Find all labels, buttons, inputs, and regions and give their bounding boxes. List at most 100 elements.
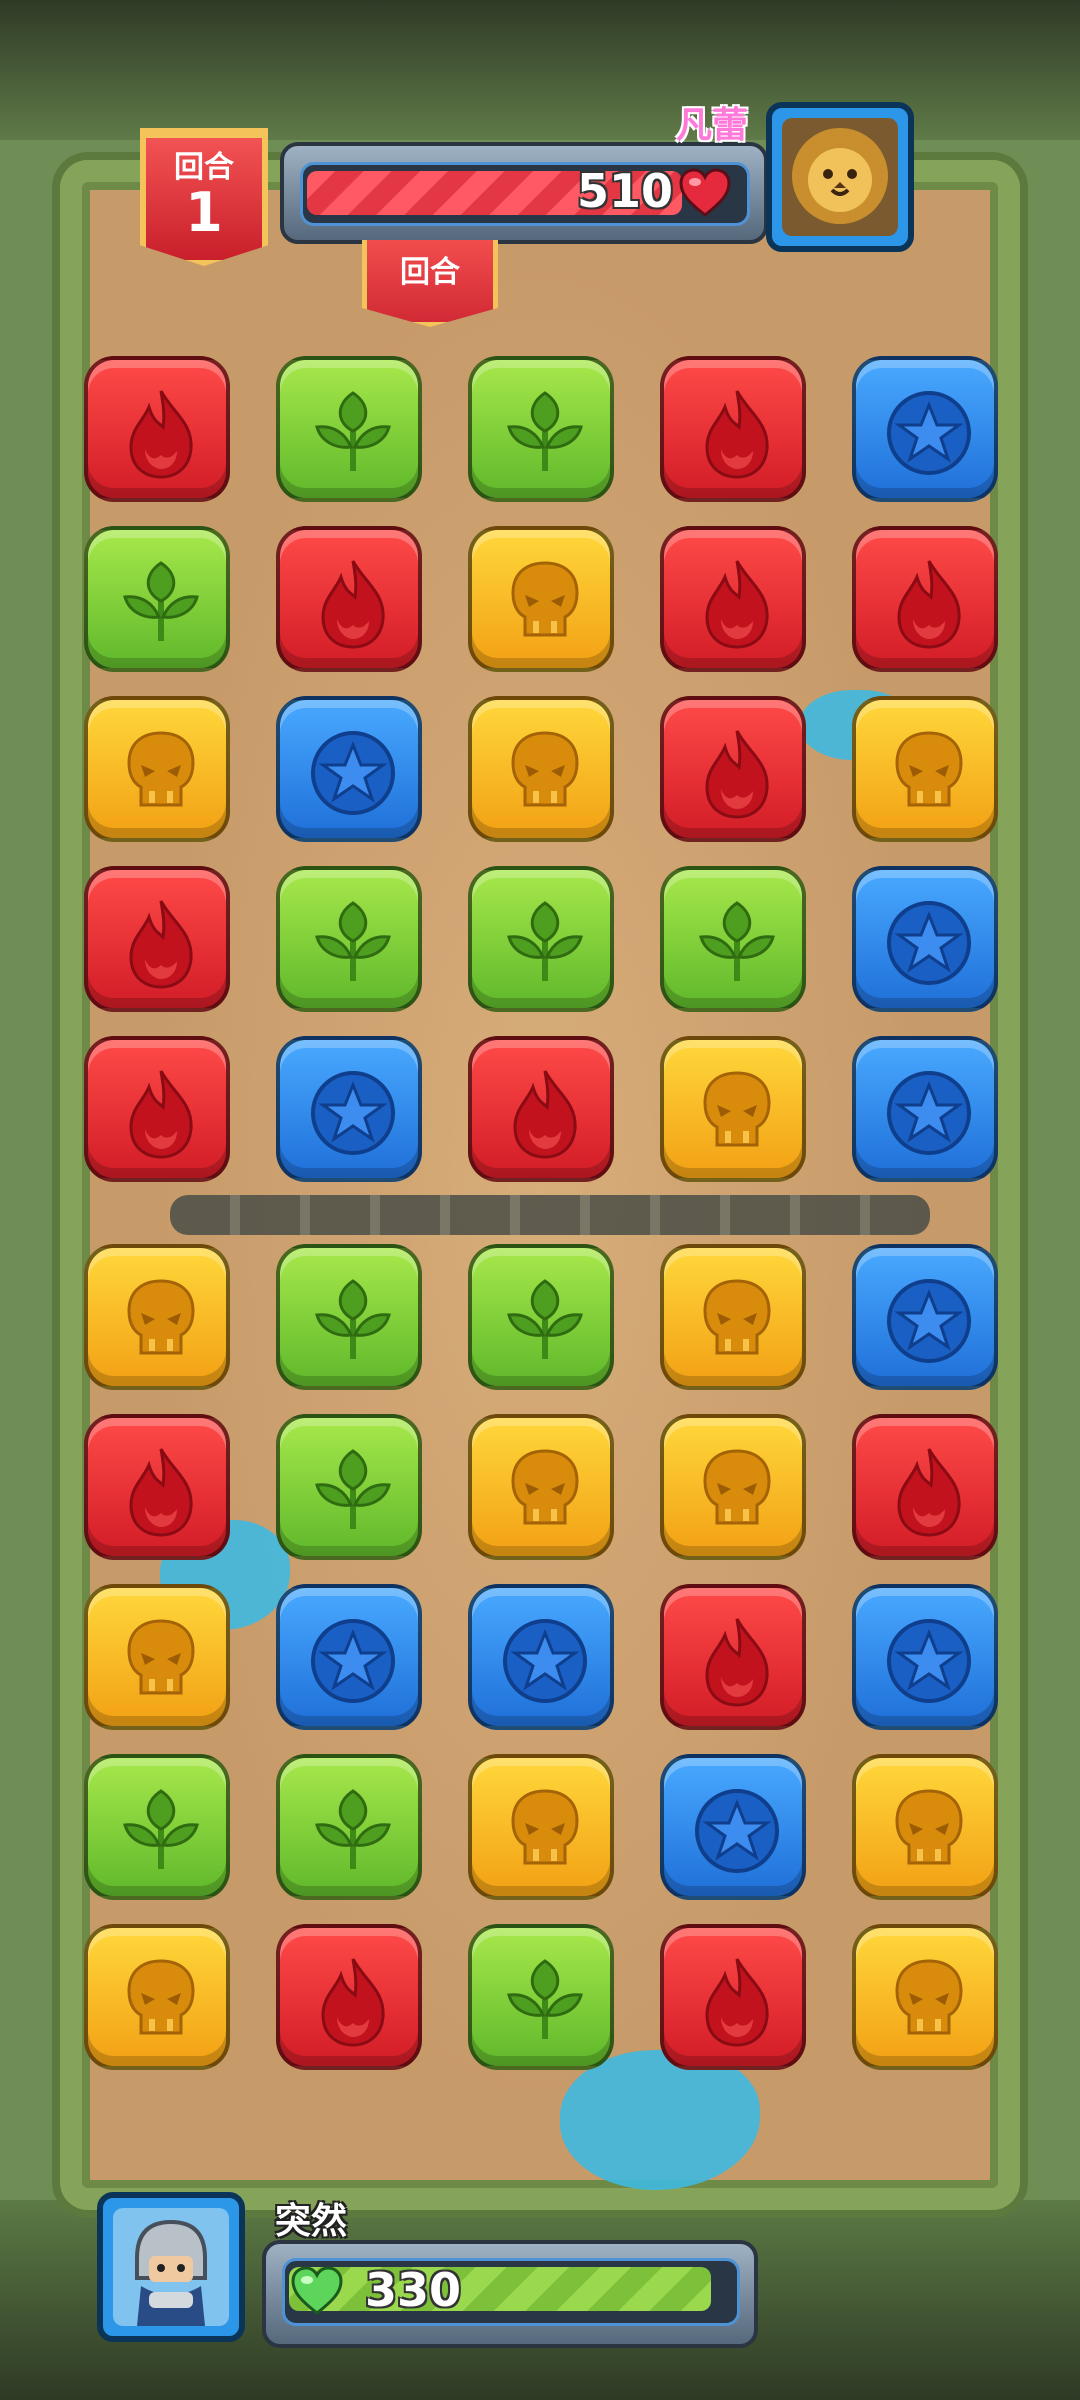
fire-tile[interactable] bbox=[660, 1924, 806, 2070]
skull-tile[interactable] bbox=[84, 1584, 230, 1730]
leaf-icon bbox=[507, 1279, 583, 1359]
fire-icon bbox=[705, 560, 769, 649]
star-tile[interactable] bbox=[276, 696, 422, 842]
star-icon bbox=[887, 391, 971, 475]
fire-tile[interactable] bbox=[852, 526, 998, 672]
fire-icon bbox=[705, 1618, 769, 1707]
lion-icon bbox=[792, 128, 888, 224]
fire-tile[interactable] bbox=[660, 1584, 806, 1730]
star-tile[interactable] bbox=[852, 1244, 998, 1390]
round-badge: 回合 1 bbox=[140, 128, 268, 266]
fire-icon bbox=[129, 1070, 193, 1159]
leaf-icon bbox=[123, 1789, 199, 1869]
player-hp-value: 330 bbox=[365, 2263, 462, 2317]
star-icon bbox=[887, 1071, 971, 1155]
leaf-tile[interactable] bbox=[84, 1754, 230, 1900]
leaf-tile[interactable] bbox=[276, 1754, 422, 1900]
fire-icon bbox=[129, 1448, 193, 1537]
leaf-icon bbox=[315, 1449, 391, 1529]
skull-tile[interactable] bbox=[660, 1244, 806, 1390]
knight-icon bbox=[135, 2219, 207, 2326]
player-hp-fill bbox=[289, 2267, 711, 2311]
star-icon bbox=[887, 1619, 971, 1703]
fire-icon bbox=[321, 1958, 385, 2047]
enemy-hp-track: 510 bbox=[300, 162, 750, 226]
leaf-tile[interactable] bbox=[276, 1244, 422, 1390]
leaf-icon bbox=[315, 1279, 391, 1359]
leaf-tile[interactable] bbox=[468, 1924, 614, 2070]
fire-tile[interactable] bbox=[852, 1414, 998, 1560]
fire-tile[interactable] bbox=[84, 1414, 230, 1560]
fire-tile[interactable] bbox=[84, 866, 230, 1012]
leaf-icon bbox=[315, 1789, 391, 1869]
player-hp-track: 330 bbox=[282, 2258, 740, 2326]
star-icon bbox=[695, 1789, 779, 1873]
star-tile[interactable] bbox=[468, 1584, 614, 1730]
leaf-icon bbox=[123, 561, 199, 641]
skull-icon bbox=[127, 731, 195, 807]
star-tile[interactable] bbox=[852, 1036, 998, 1182]
fire-tile[interactable] bbox=[660, 526, 806, 672]
fire-icon bbox=[321, 560, 385, 649]
star-tile[interactable] bbox=[276, 1584, 422, 1730]
skull-tile[interactable] bbox=[852, 1924, 998, 2070]
leaf-icon bbox=[315, 391, 391, 471]
star-tile[interactable] bbox=[852, 866, 998, 1012]
skull-tile[interactable] bbox=[660, 1414, 806, 1560]
skull-tile[interactable] bbox=[468, 1754, 614, 1900]
star-icon bbox=[311, 1071, 395, 1155]
skull-icon bbox=[895, 1959, 963, 2035]
leaf-tile[interactable] bbox=[468, 866, 614, 1012]
leaf-tile[interactable] bbox=[276, 866, 422, 1012]
fire-icon bbox=[897, 1448, 961, 1537]
leaf-icon bbox=[699, 901, 775, 981]
skull-icon bbox=[703, 1449, 771, 1525]
skull-tile[interactable] bbox=[84, 1244, 230, 1390]
skull-tile[interactable] bbox=[852, 696, 998, 842]
skull-tile[interactable] bbox=[468, 696, 614, 842]
fire-tile[interactable] bbox=[660, 696, 806, 842]
enemy-hp-bar: 510 bbox=[280, 142, 768, 244]
pond-bottom bbox=[560, 2050, 760, 2190]
star-tile[interactable] bbox=[660, 1754, 806, 1900]
leaf-icon bbox=[315, 901, 391, 981]
fire-tile[interactable] bbox=[84, 1036, 230, 1182]
skull-tile[interactable] bbox=[468, 1414, 614, 1560]
skull-tile[interactable] bbox=[852, 1754, 998, 1900]
skull-icon bbox=[511, 1449, 579, 1525]
player-portrait-inner bbox=[113, 2208, 229, 2326]
skull-tile[interactable] bbox=[84, 1924, 230, 2070]
player-portrait[interactable] bbox=[97, 2192, 245, 2342]
fire-tile[interactable] bbox=[276, 526, 422, 672]
leaf-tile[interactable] bbox=[276, 1414, 422, 1560]
star-tile[interactable] bbox=[852, 1584, 998, 1730]
leaf-tile[interactable] bbox=[468, 1244, 614, 1390]
enemy-name: 凡蕾 bbox=[676, 105, 749, 146]
fire-tile[interactable] bbox=[468, 1036, 614, 1182]
fire-tile[interactable] bbox=[84, 356, 230, 502]
skull-icon bbox=[511, 1789, 579, 1865]
star-icon bbox=[311, 731, 395, 815]
leaf-tile[interactable] bbox=[276, 356, 422, 502]
leaf-tile[interactable] bbox=[84, 526, 230, 672]
leaf-icon bbox=[507, 391, 583, 471]
stone-divider bbox=[170, 1195, 930, 1235]
skull-icon bbox=[511, 561, 579, 637]
leaf-tile[interactable] bbox=[660, 866, 806, 1012]
star-tile[interactable] bbox=[276, 1036, 422, 1182]
fire-tile[interactable] bbox=[660, 356, 806, 502]
heart-icon bbox=[679, 168, 731, 217]
leaf-tile[interactable] bbox=[468, 356, 614, 502]
enemy-portrait[interactable] bbox=[766, 102, 914, 252]
skull-tile[interactable] bbox=[468, 526, 614, 672]
skull-icon bbox=[127, 1619, 195, 1695]
fire-tile[interactable] bbox=[276, 1924, 422, 2070]
skull-icon bbox=[895, 731, 963, 807]
skull-icon bbox=[127, 1959, 195, 2035]
player-hp-bar: 330 bbox=[262, 2240, 758, 2348]
star-tile[interactable] bbox=[852, 356, 998, 502]
skull-tile[interactable] bbox=[84, 696, 230, 842]
skull-tile[interactable] bbox=[660, 1036, 806, 1182]
round-label: 回合 bbox=[174, 150, 234, 185]
enemy-portrait-inner bbox=[782, 118, 898, 236]
